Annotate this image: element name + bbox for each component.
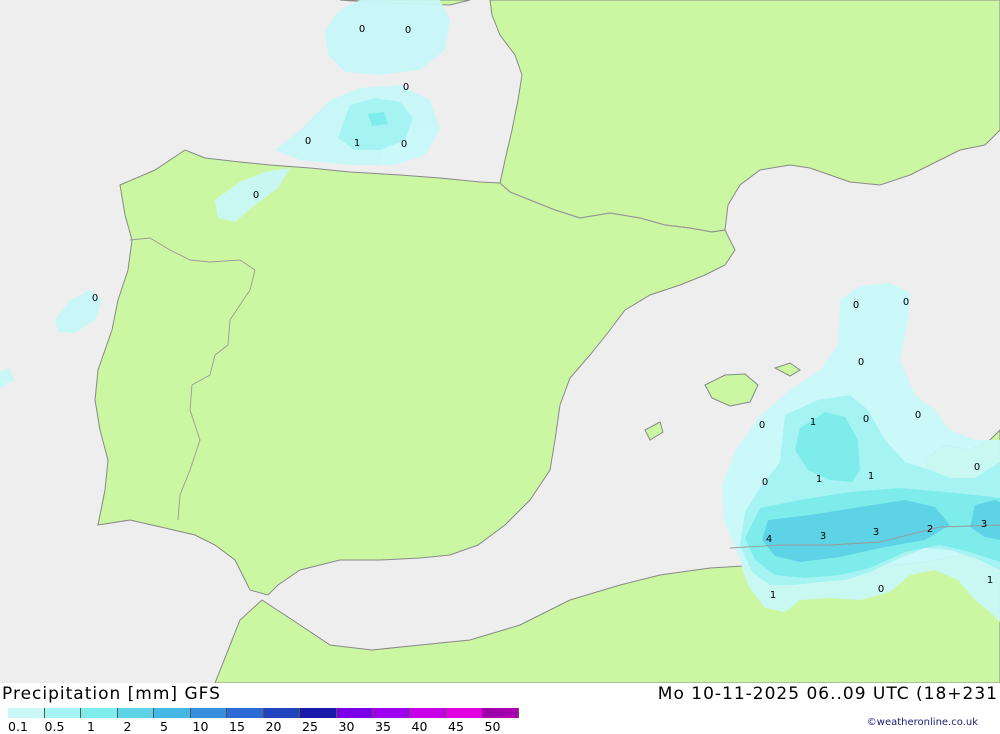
forecast-datetime: Mo 10-11-2025 06..09 UTC (18+231	[657, 684, 998, 704]
legend-swatch	[263, 708, 300, 718]
legend-swatch	[227, 708, 264, 718]
legend-swatch	[81, 708, 118, 718]
legend-label: 0.5	[44, 719, 65, 734]
contour-label: 0	[878, 584, 884, 595]
legend-arrow-icon	[482, 708, 520, 718]
contour-label: 1	[987, 575, 993, 586]
contour-label: 2	[927, 524, 933, 535]
legend-label: 1	[87, 719, 95, 734]
legend-label: 20	[265, 719, 282, 734]
legend-labels: 0.1 0.5 1 2 5 10 15 20 25 30 35 40 45 50	[0, 719, 520, 734]
map-canvas: 0 0 0 0 1 0 0 0 0 0 0 0 1 0 0 1 1 0 0 4 3 3 2 3 1 0 1	[0, 0, 1000, 683]
contour-label: 0	[401, 139, 407, 150]
legend-label: 45	[448, 719, 464, 734]
contour-label: 1	[868, 471, 874, 482]
contour-label: 0	[253, 190, 259, 201]
legend-swatch	[373, 708, 410, 718]
map-title: Precipitation [mm] GFS	[2, 684, 221, 704]
contour-label: 0	[903, 297, 909, 308]
legend-label: 15	[229, 719, 245, 734]
legend-swatch	[117, 708, 154, 718]
contour-label: 1	[810, 417, 816, 428]
legend-label: 2	[123, 719, 132, 734]
contour-label: 0	[92, 293, 98, 304]
color-legend	[8, 708, 519, 718]
legend-swatch	[8, 708, 45, 718]
legend-label: 40	[411, 719, 428, 734]
legend-swatch	[190, 708, 227, 718]
legend-label: 10	[192, 719, 209, 734]
legend-label: 50	[484, 719, 501, 734]
contour-label: 1	[770, 590, 776, 601]
legend-swatch	[446, 708, 483, 718]
legend-label: 25	[302, 719, 318, 734]
legend-swatch	[336, 708, 373, 718]
contour-label: 0	[974, 462, 980, 473]
contour-label: 0	[853, 300, 859, 311]
contour-label: 4	[766, 534, 772, 545]
contour-label: 0	[403, 82, 409, 93]
contour-label: 0	[359, 24, 365, 35]
legend-label: 5	[160, 719, 168, 734]
contour-label: 3	[873, 527, 879, 538]
contour-label: 3	[820, 531, 826, 542]
legend-label: 0.1	[8, 719, 28, 734]
legend-swatch	[44, 708, 81, 718]
legend-swatch	[300, 708, 337, 718]
contour-label: 0	[762, 477, 768, 488]
legend-label: 35	[375, 719, 391, 734]
legend-swatch	[154, 708, 191, 718]
contour-label: 1	[354, 138, 360, 149]
map-footer: Precipitation [mm] GFS Mo 10-11-2025 06.…	[0, 683, 1000, 734]
contour-label: 1	[816, 474, 822, 485]
legend-swatch	[409, 708, 446, 718]
contour-label: 0	[405, 25, 411, 36]
contour-label: 3	[981, 519, 987, 530]
precipitation-map: 0 0 0 0 1 0 0 0 0 0 0 0 1 0 0 1 1 0 0 4 3 3 2 3 1 0 1	[0, 0, 1000, 683]
legend-label: 30	[338, 719, 355, 734]
contour-label: 0	[305, 136, 311, 147]
contour-label: 0	[863, 414, 869, 425]
credit-link[interactable]: ©weatheronline.co.uk	[867, 717, 978, 728]
contour-label: 0	[915, 410, 921, 421]
contour-label: 0	[759, 420, 765, 431]
contour-label: 0	[858, 357, 864, 368]
